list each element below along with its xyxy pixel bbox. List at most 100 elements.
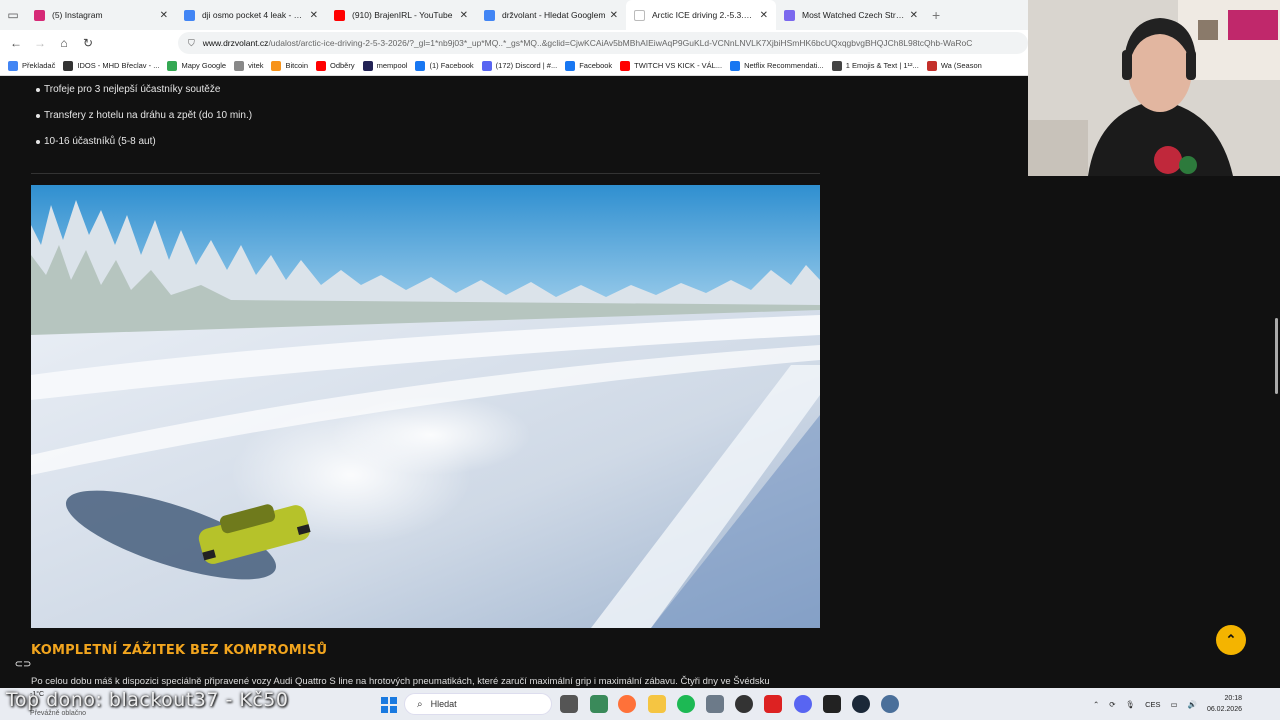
obs-icon[interactable] xyxy=(823,695,841,713)
browser-tab[interactable]: (910) BrajenIRL - YouTube ✕ xyxy=(326,0,476,30)
spotify-icon[interactable] xyxy=(677,695,695,713)
bookmark-item[interactable]: (172) Discord | #... xyxy=(481,60,557,71)
tab-close-icon[interactable]: ✕ xyxy=(310,10,318,21)
tab-favicon-icon xyxy=(484,9,495,21)
site-info-icon[interactable]: ⛉ xyxy=(188,38,195,49)
scroll-to-top-button[interactable]: ⌃ xyxy=(1216,625,1246,655)
tab-close-icon[interactable]: ✕ xyxy=(610,10,618,21)
media-app-icon[interactable] xyxy=(764,695,782,713)
tab-title: držvolant - Hledat Googlem xyxy=(502,10,606,20)
file-explorer-icon[interactable] xyxy=(648,695,666,713)
bookmark-item[interactable]: TWITCH VS KICK - VÁL... xyxy=(620,60,723,71)
bookmark-favicon-icon xyxy=(316,60,326,71)
included-list: Trofeje pro 3 nejlepší účastníky soutěže… xyxy=(36,84,252,162)
bookmark-item[interactable]: (1) Facebook xyxy=(415,60,474,71)
tab-close-icon[interactable]: ✕ xyxy=(460,10,468,21)
url-path: /udalost/arctic-ice-driving-2-5-3-2026/?… xyxy=(268,38,973,48)
bookmark-item[interactable]: Bitcoin xyxy=(271,60,308,71)
bookmark-favicon-icon xyxy=(415,60,426,71)
page-scrollbar[interactable] xyxy=(1275,318,1278,394)
back-button[interactable]: ← xyxy=(4,36,28,50)
bookmark-item[interactable]: Překladač xyxy=(8,60,56,71)
bookmark-label: Netflix Recommendati... xyxy=(744,61,824,70)
bookmark-favicon-icon xyxy=(362,60,373,71)
network-sync-icon[interactable]: ⟳ xyxy=(1109,700,1115,709)
bookmark-item[interactable]: Wa (Season xyxy=(926,60,982,71)
bookmark-label: IDOS - MHD Břeclav - ... xyxy=(77,61,160,70)
tab-close-icon[interactable]: ✕ xyxy=(910,10,918,21)
bookmark-item[interactable]: Netflix Recommendati... xyxy=(730,60,824,71)
bookmark-label: Wa (Season xyxy=(940,61,982,70)
bookmark-item[interactable]: Mapy Google xyxy=(167,60,226,71)
widgets-app-icon[interactable] xyxy=(590,695,608,713)
browser-app-icon[interactable] xyxy=(735,695,753,713)
tab-favicon-icon xyxy=(334,9,345,21)
browser-tab[interactable]: (5) Instagram ✕ xyxy=(26,0,176,30)
bookmark-label: Bitcoin xyxy=(285,61,308,70)
task-view-icon[interactable] xyxy=(560,695,578,713)
donation-overlay: Top dono: blackout37 - Kč50 xyxy=(6,689,289,711)
bookmark-favicon-icon xyxy=(565,60,576,71)
bookmark-label: TWITCH VS KICK - VÁL... xyxy=(634,61,723,70)
cookie-settings-icon[interactable]: ⊂⊃ xyxy=(14,657,32,671)
steam-icon[interactable] xyxy=(852,695,870,713)
tab-title: Arctic ICE driving 2.-5.3.2026 | D xyxy=(652,10,756,20)
tab-title: (910) BrajenIRL - YouTube xyxy=(352,10,453,20)
home-button[interactable]: ⌂ xyxy=(52,36,76,50)
search-placeholder: Hledat xyxy=(430,699,457,709)
bookmark-favicon-icon xyxy=(271,60,282,71)
bookmark-label: Odběry xyxy=(330,61,355,70)
tabs-container: (5) Instagram ✕ dji osmo pocket 4 leak - H… xyxy=(26,0,926,30)
bookmark-favicon-icon xyxy=(63,60,74,71)
bookmark-favicon-icon xyxy=(8,60,18,71)
browser-tab[interactable]: držvolant - Hledat Googlem ✕ xyxy=(476,0,626,30)
clock[interactable]: 20:18 06.02.2026 xyxy=(1207,693,1252,715)
bookmark-label: Překladač xyxy=(22,61,56,70)
bookmark-item[interactable]: vitek xyxy=(234,60,263,71)
list-item: Trofeje pro 3 nejlepší účastníky soutěže xyxy=(36,84,252,110)
ice-driving-photo xyxy=(31,185,820,628)
chevron-up-tray-icon[interactable]: ⌃ xyxy=(1093,700,1099,709)
start-button[interactable] xyxy=(381,697,397,713)
firefox-icon[interactable] xyxy=(618,695,636,713)
bookmark-item[interactable]: Odběry xyxy=(316,60,355,71)
bookmarks-bar: Překladač IDOS - MHD Břeclav - ... Mapy Go… xyxy=(0,56,1028,76)
settings-icon[interactable] xyxy=(881,695,899,713)
volume-icon[interactable]: 🔊 xyxy=(1188,700,1197,709)
browser-tab[interactable]: Most Watched Czech Streamers ✕ xyxy=(776,0,926,30)
reload-button[interactable]: ↻ xyxy=(76,36,100,50)
browser-tab[interactable]: dji osmo pocket 4 leak - Hledat ✕ xyxy=(176,0,326,30)
bookmark-label: (1) Facebook xyxy=(429,61,474,70)
tab-title: Most Watched Czech Streamers xyxy=(802,10,906,20)
search-icon: ⌕ xyxy=(417,698,423,710)
taskbar-search[interactable]: ⌕ Hledat xyxy=(404,693,552,715)
section-paragraph: Po celou dobu máš k dispozici speciálně … xyxy=(31,676,770,687)
bookmark-item[interactable]: mempool xyxy=(362,60,408,71)
tab-title: dji osmo pocket 4 leak - Hledat xyxy=(202,10,306,20)
browser-tab[interactable]: Arctic ICE driving 2.-5.3.2026 | D ✕ xyxy=(626,0,776,30)
bookmark-item[interactable]: IDOS - MHD Břeclav - ... xyxy=(63,60,160,71)
microphone-icon[interactable]: 🎙 xyxy=(1126,700,1136,709)
tab-search-icon[interactable]: ▭ xyxy=(0,0,26,30)
bookmark-item[interactable]: 1 Emojis & Text | 1¹²... xyxy=(831,60,919,71)
bookmark-favicon-icon xyxy=(831,60,842,71)
streamer-webcam xyxy=(1028,0,1280,176)
list-item: 10-16 účastníků (5-8 aut) xyxy=(36,136,252,162)
display-icon[interactable]: ▭ xyxy=(1171,700,1178,709)
section-divider xyxy=(31,173,820,174)
tab-close-icon[interactable]: ✕ xyxy=(160,10,168,21)
new-tab-button[interactable]: + xyxy=(932,7,940,23)
address-bar[interactable]: ⛉ www.drzvolant.cz/udalost/arctic-ice-dr… xyxy=(178,32,1028,54)
bookmark-item[interactable]: Facebook xyxy=(565,60,612,71)
tab-favicon-icon xyxy=(784,9,795,21)
calculator-icon[interactable] xyxy=(706,695,724,713)
bookmark-label: mempool xyxy=(376,61,408,70)
system-tray: ⌃ ⟳ 🎙 CES ▭ 🔊 20:18 06.02.2026 xyxy=(1093,688,1280,720)
language-indicator[interactable]: CES xyxy=(1145,700,1160,709)
discord-icon[interactable] xyxy=(794,695,812,713)
page-right-margin xyxy=(1028,176,1280,688)
forward-button[interactable]: → xyxy=(28,36,52,50)
tab-close-icon[interactable]: ✕ xyxy=(760,10,768,21)
chevron-up-icon: ⌃ xyxy=(1225,632,1237,647)
weather-condition: Převážně oblačno xyxy=(30,710,87,717)
